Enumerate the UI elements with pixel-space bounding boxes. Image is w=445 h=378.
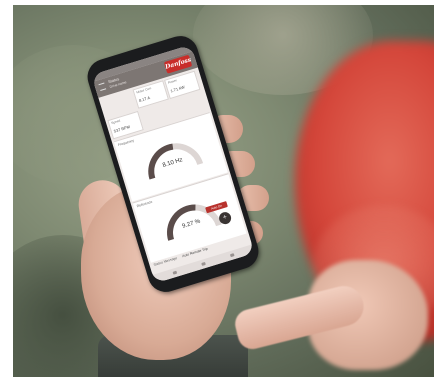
- card-value: 8.17 A: [138, 94, 151, 104]
- home-icon[interactable]: [201, 261, 206, 266]
- card-label: Speed: [110, 118, 121, 126]
- card-label: Power: [167, 78, 178, 85]
- card-value: 537 RPM: [113, 124, 131, 134]
- back-icon[interactable]: [172, 270, 178, 275]
- recents-icon[interactable]: [229, 253, 235, 258]
- gauge-title: Reference: [136, 199, 153, 209]
- card-label: Motor Curr.: [135, 85, 153, 95]
- menu-icon[interactable]: [98, 82, 107, 92]
- gauge-title: Frequency: [117, 138, 135, 148]
- card-value: 1.71 kW: [169, 84, 186, 94]
- photo-scene: Status Drive name Danfoss Motor Curr. 8.…: [13, 5, 434, 377]
